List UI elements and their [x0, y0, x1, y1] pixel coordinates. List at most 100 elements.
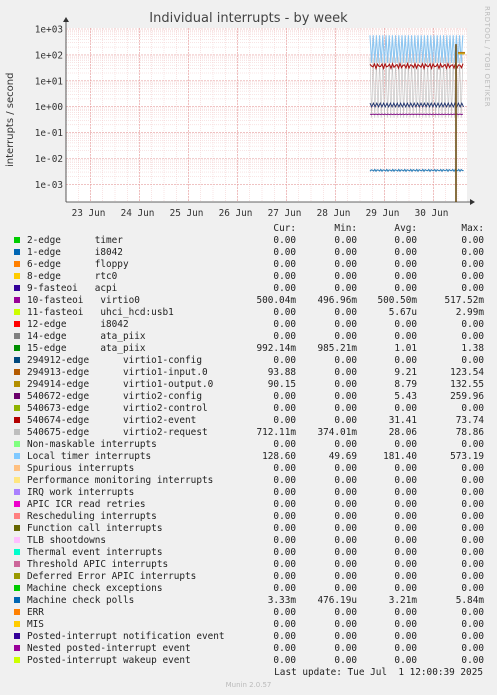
legend-cur-value: 0.00 — [273, 487, 296, 498]
legend-cur-value: 0.00 — [273, 463, 296, 474]
legend-swatch — [14, 345, 20, 351]
legend-row: 11-fasteoi uhci_hcd:usb1 0.00 0.00 5.67u 2.9… — [0, 307, 497, 319]
legend-cur-value: 0.00 — [273, 319, 296, 330]
x-tick-label: 29 Jun — [366, 208, 400, 219]
legend-swatch — [14, 489, 20, 495]
legend-max-value: 5.84m — [455, 595, 484, 606]
legend-swatch — [14, 561, 20, 567]
legend-series-name: Posted-interrupt wakeup event — [27, 655, 191, 666]
x-tick-label: 30 Jun — [415, 208, 449, 219]
legend-avg-value: 0.00 — [394, 535, 417, 546]
legend-swatch — [14, 513, 20, 519]
legend-row: 8-edge rtc0 0.00 0.00 0.00 0.00 — [0, 271, 497, 283]
legend-max-value: 0.00 — [461, 235, 484, 246]
legend-avg-value: 0.00 — [394, 523, 417, 534]
legend-avg-value: 0.00 — [394, 259, 417, 270]
x-tick-label: 28 Jun — [317, 208, 351, 219]
legend-max-value: 0.00 — [461, 355, 484, 366]
col-header-avg: Avg: — [394, 223, 417, 234]
legend-avg-value: 0.00 — [394, 463, 417, 474]
legend-series-name: 294912-edge virtio1-config — [27, 355, 202, 366]
legend-cur-value: 0.00 — [273, 523, 296, 534]
y-tick-label: 1e+00 — [35, 102, 64, 113]
legend-cur-value: 0.00 — [273, 259, 296, 270]
legend-cur-value: 0.00 — [273, 619, 296, 630]
legend-series-name: Spurious interrupts — [27, 463, 135, 474]
legend-avg-value: 0.00 — [394, 643, 417, 654]
legend-series-name: APIC ICR read retries — [27, 499, 146, 510]
legend-row: 12-edge i8042 0.00 0.00 0.00 0.00 — [0, 319, 497, 331]
legend-max-value: 1.38 — [461, 343, 484, 354]
legend-series-name: Deferred Error APIC interrupts — [27, 571, 197, 582]
legend-swatch — [14, 333, 20, 339]
legend-series-name: Function call interrupts — [27, 523, 163, 534]
legend-cur-value: 0.00 — [273, 235, 296, 246]
legend-max-value: 78.86 — [455, 427, 484, 438]
legend-row: Performance monitoring interrupts 0.00 0.0… — [0, 475, 497, 487]
x-tick-label: 25 Jun — [170, 208, 204, 219]
legend-max-value: 0.00 — [461, 619, 484, 630]
legend-max-value: 0.00 — [461, 547, 484, 558]
x-tick-label: 27 Jun — [268, 208, 302, 219]
legend-max-value: 0.00 — [461, 523, 484, 534]
legend-row: 1-edge i8042 0.00 0.00 0.00 0.00 — [0, 247, 497, 259]
legend-avg-value: 0.00 — [394, 499, 417, 510]
legend-row: Deferred Error APIC interrupts 0.00 0.00 0.… — [0, 571, 497, 583]
legend-cur-value: 0.00 — [273, 307, 296, 318]
legend-avg-value: 500.50m — [377, 295, 417, 306]
legend-max-value: 0.00 — [461, 559, 484, 570]
legend-swatch — [14, 465, 20, 471]
legend-swatch — [14, 549, 20, 555]
legend-avg-value: 8.79 — [394, 379, 417, 390]
legend-row: 540674-edge virtio2-event 0.00 0.00 31.41 73… — [0, 415, 497, 427]
legend-series-name: Nested posted-interrupt event — [27, 643, 191, 654]
legend-cur-value: 0.00 — [273, 583, 296, 594]
legend-row: 540673-edge virtio2-control 0.00 0.00 0.00 0… — [0, 403, 497, 415]
legend-row: Posted-interrupt wakeup event 0.00 0.00 0.0… — [0, 655, 497, 667]
legend-series-name: Posted-interrupt notification event — [27, 631, 225, 642]
legend-swatch — [14, 249, 20, 255]
legend-cur-value: 0.00 — [273, 391, 296, 402]
legend-max-value: 0.00 — [461, 331, 484, 342]
legend-max-value: 0.00 — [461, 499, 484, 510]
legend-row: Thermal event interrupts 0.00 0.00 0.00 0.00 — [0, 547, 497, 559]
legend-series-name: 2-edge timer — [27, 235, 123, 246]
legend-max-value: 517.52m — [444, 295, 484, 306]
legend-row: MIS 0.00 0.00 0.00 0.00 — [0, 619, 497, 631]
y-tick-label: 1e+03 — [35, 25, 63, 36]
legend-row: Local timer interrupts 128.60 49.69 181.40 5… — [0, 451, 497, 463]
legend-row: IRQ work interrupts 0.00 0.00 0.00 0.00 — [0, 487, 497, 499]
legend-cur-value: 0.00 — [273, 547, 296, 558]
legend-swatch — [14, 309, 20, 315]
legend-cur-value: 90.15 — [267, 379, 296, 390]
legend-series-name: 294913-edge virtio1-input.0 — [27, 367, 208, 378]
col-header-cur: Cur: — [273, 223, 296, 234]
legend-cur-value: 0.00 — [273, 559, 296, 570]
legend-max-value: 73.74 — [455, 415, 484, 426]
legend-cur-value: 0.00 — [273, 475, 296, 486]
legend-series-name: ERR — [27, 607, 44, 618]
legend-row: 540672-edge virtio2-config 0.00 0.00 5.43 25… — [0, 391, 497, 403]
legend-swatch — [14, 597, 20, 603]
legend-row: 9-fasteoi acpi 0.00 0.00 0.00 0.00 — [0, 283, 497, 295]
y-axis-arrow — [63, 17, 69, 22]
legend-row: 294913-edge virtio1-input.0 93.88 0.00 9.21… — [0, 367, 497, 379]
legend-avg-value: 1.01 — [394, 343, 417, 354]
legend-max-value: 0.00 — [461, 463, 484, 474]
legend-avg-value: 0.00 — [394, 355, 417, 366]
legend-swatch — [14, 609, 20, 615]
legend-cur-value: 712.11m — [256, 427, 296, 438]
legend-avg-value: 0.00 — [394, 511, 417, 522]
legend-row: Threshold APIC interrupts 0.00 0.00 0.00 0.0… — [0, 559, 497, 571]
legend-max-value: 0.00 — [461, 655, 484, 666]
legend-avg-value: 0.00 — [394, 235, 417, 246]
legend-max-value: 0.00 — [461, 631, 484, 642]
legend-swatch — [14, 393, 20, 399]
legend-max-value: 0.00 — [461, 487, 484, 498]
legend-row: TLB shootdowns 0.00 0.00 0.00 0.00 — [0, 535, 497, 547]
legend-avg-value: 0.00 — [394, 487, 417, 498]
legend-row: 294912-edge virtio1-config 0.00 0.00 0.00 0.… — [0, 355, 497, 367]
col-header-max: Max: — [461, 223, 484, 234]
legend-avg-value: 181.40 — [383, 451, 417, 462]
legend-row: Posted-interrupt notification event 0.00 0… — [0, 631, 497, 643]
